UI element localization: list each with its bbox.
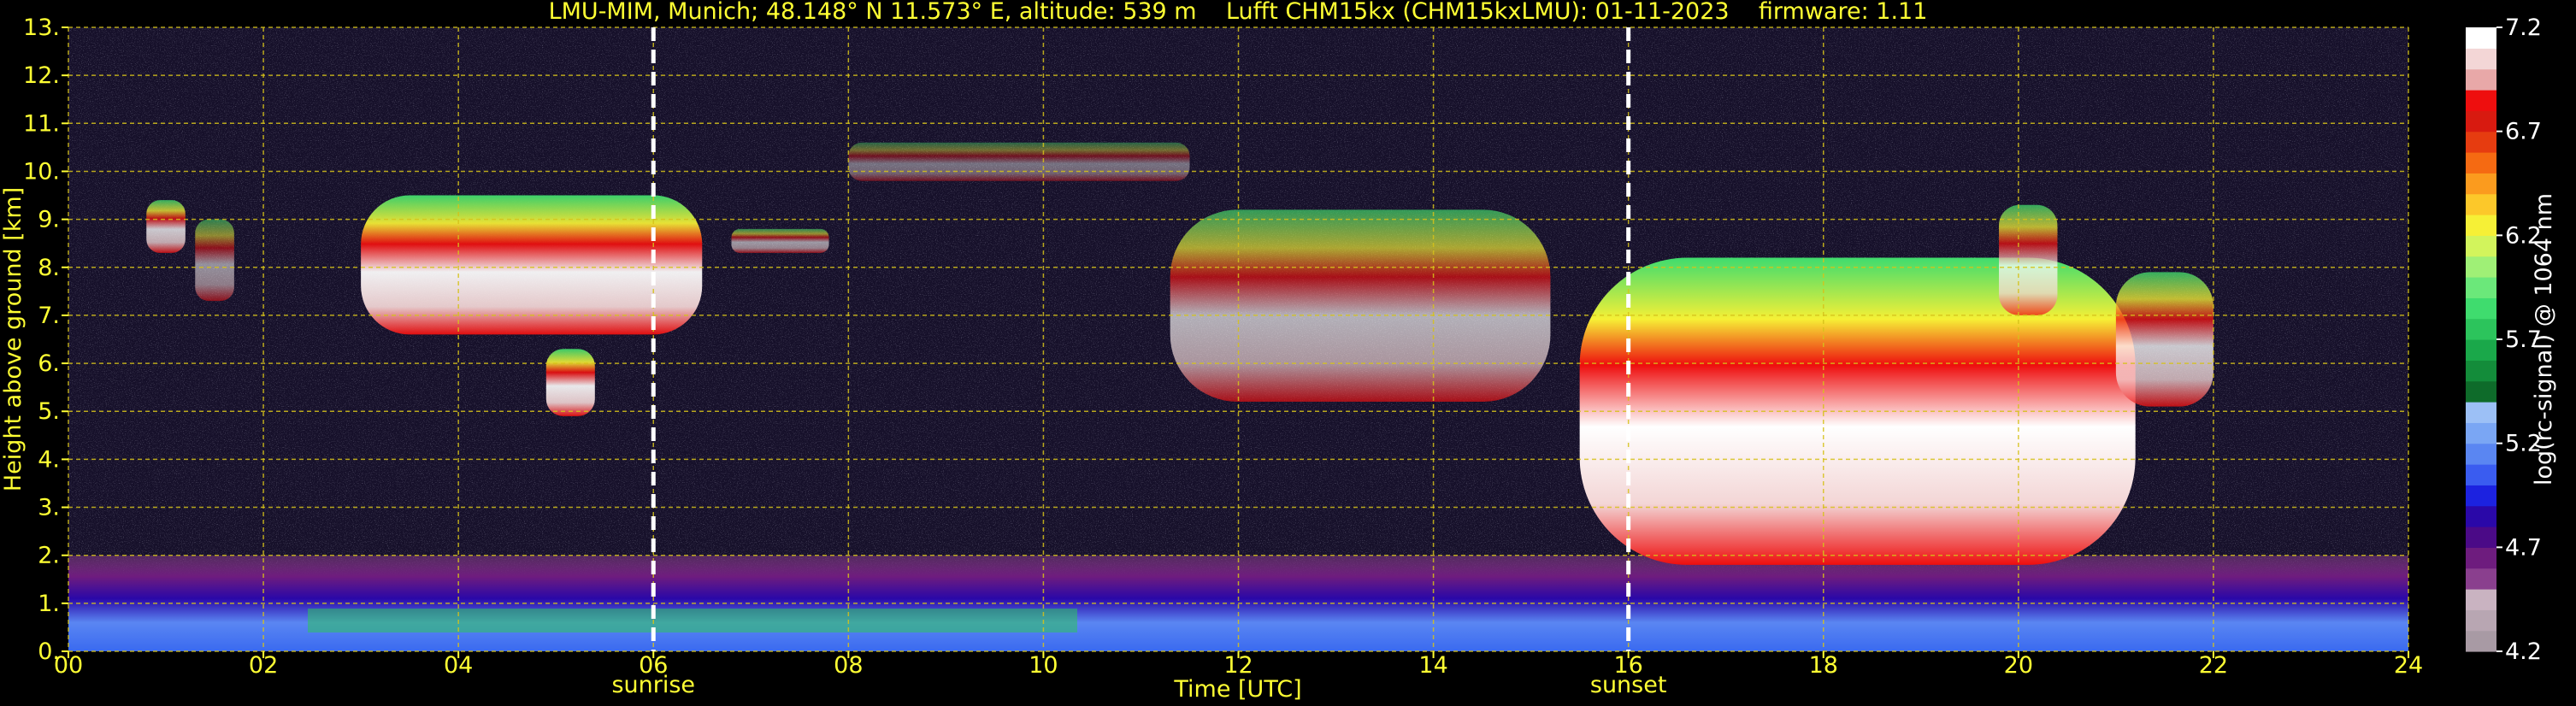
colorbar-segment	[2466, 630, 2496, 652]
colorbar-segment	[2466, 609, 2496, 632]
colorbar-tick-label: 4.7	[2505, 534, 2542, 561]
colorbar-segment	[2466, 422, 2496, 444]
aerosol-green-band	[308, 609, 1077, 632]
y-tick-label: 6.	[38, 350, 60, 377]
colorbar-segment	[2466, 485, 2496, 507]
x-tick-label: 14	[1418, 652, 1447, 679]
colorbar-segment	[2466, 68, 2496, 91]
y-tick-label: 4.	[38, 446, 60, 473]
colorbar-segment	[2466, 27, 2496, 49]
x-tick-label: 16	[1613, 652, 1642, 679]
x-tick-label: 18	[1809, 652, 1838, 679]
colorbar-segment	[2466, 131, 2496, 153]
colorbar-segment	[2466, 193, 2496, 215]
x-axis-label: Time [UTC]	[1173, 676, 1301, 703]
x-tick-label: 12	[1223, 652, 1253, 679]
colorbar-segment	[2466, 110, 2496, 132]
x-tick-label: 02	[249, 652, 278, 679]
colorbar-segment	[2466, 443, 2496, 465]
colorbar-segment	[2466, 235, 2496, 257]
y-tick-label: 10.	[23, 158, 60, 185]
y-tick-label: 13.	[23, 15, 60, 41]
x-tick-label: 08	[834, 652, 863, 679]
colorbar-segment	[2466, 48, 2496, 70]
colorbar-segment	[2466, 464, 2496, 485]
cloud-fallstreaks-midday	[1170, 209, 1551, 402]
y-tick-label: 2.	[38, 543, 60, 569]
cloud-upper-thin-1000	[848, 142, 1190, 181]
colorbar-segment	[2466, 339, 2496, 361]
cloud-thin-layer-0800	[731, 228, 829, 253]
x-tick-label: 22	[2199, 652, 2228, 679]
colorbar-segment	[2466, 215, 2496, 236]
ceilometer-chart: sunrise sunset 00 02 04 06 08 10 12 14 16 18 20 22 24…	[0, 0, 2557, 703]
x-tick-label: 24	[2394, 652, 2423, 679]
x-tick-label: 20	[2004, 652, 2033, 679]
cloud-low-cirrus-left	[146, 200, 186, 253]
colorbar-segment	[2466, 547, 2496, 569]
cloud-cirrus-strip-1	[195, 219, 234, 302]
colorbar-segment	[2466, 277, 2496, 298]
y-axis-label: Height above ground [km]	[0, 187, 27, 491]
y-axis-ticks: 0. 1. 2. 3. 4. 5. 6. 7. 8. 9. 10. 11. 12. 13.	[23, 15, 68, 665]
colorbar-segment	[2466, 256, 2496, 278]
colorbar-tick-label: 7.2	[2505, 15, 2542, 41]
chart-title: LMU-MIM, Munich; 48.148° N 11.573° E, al…	[549, 0, 1928, 25]
y-tick-label: 5.	[38, 398, 60, 425]
colorbar-segment	[2466, 297, 2496, 320]
colorbar-segment	[2466, 505, 2496, 527]
colorbar-tick-label: 6.7	[2505, 119, 2542, 145]
y-tick-label: 3.	[38, 495, 60, 521]
colorbar-segment	[2466, 568, 2496, 590]
y-tick-label: 9.	[38, 207, 60, 233]
y-tick-label: 7.	[38, 303, 60, 329]
y-tick-label: 11.	[23, 110, 60, 137]
x-tick-label: 04	[444, 652, 473, 679]
colorbar-segment	[2466, 380, 2496, 403]
y-tick-label: 1.	[38, 591, 60, 617]
colorbar-segment	[2466, 90, 2496, 111]
cloud-cirrus-2130	[2115, 272, 2213, 407]
colorbar-segment	[2466, 173, 2496, 195]
y-tick-label: 0.	[38, 638, 60, 665]
y-tick-label: 12.	[23, 62, 60, 89]
colorbar-segment	[2466, 152, 2496, 174]
colorbar-tick-label: 4.2	[2505, 638, 2542, 665]
colorbar-segment	[2466, 360, 2496, 382]
x-tick-label: 10	[1029, 652, 1058, 679]
x-tick-label: 06	[639, 652, 668, 679]
y-tick-label: 8.	[38, 255, 60, 281]
colorbar-label: log(rc-signal) @ 1064 nm	[2531, 193, 2557, 485]
colorbar-segment	[2466, 527, 2496, 548]
cloud-fallstreak-0530	[545, 349, 595, 416]
cloud-cirrus-2000	[1999, 204, 2058, 315]
x-axis-ticks: 00 02 04 06 08 10 12 14 16 18 20 22 24	[54, 651, 2423, 679]
cloud-cirrus-main-morning	[361, 195, 703, 335]
colorbar-segment	[2466, 589, 2496, 610]
colorbar-segment	[2466, 318, 2496, 340]
colorbar-segment	[2466, 402, 2496, 423]
